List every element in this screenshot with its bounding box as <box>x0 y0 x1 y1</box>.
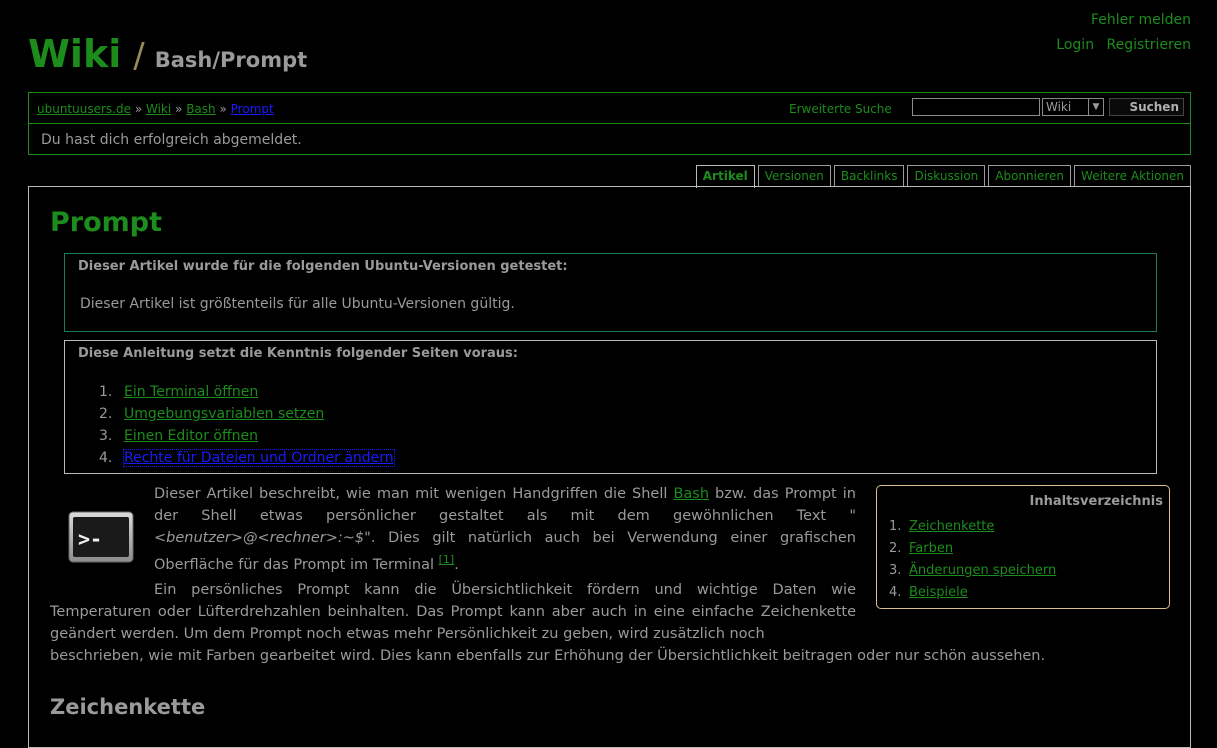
prerequisites-heading: Diese Anleitung setzt die Kenntnis folge… <box>78 346 518 361</box>
breadcrumb-separator: » <box>134 102 143 116</box>
breadcrumb-bash[interactable]: Bash <box>186 102 215 116</box>
intro-text: Dieser Artikel beschreibt, wie man mit w… <box>154 486 674 502</box>
search-input[interactable] <box>912 98 1040 116</box>
toc-link-farben[interactable]: Farben <box>909 541 953 556</box>
page-tabs: Artikel Versionen Backlinks Diskussion A… <box>695 165 1191 188</box>
breadcrumb: ubuntuusers.de » Wiki » Bash » Prompt <box>37 102 274 116</box>
search-scope-select[interactable]: Wiki ▼ <box>1042 98 1104 116</box>
search-scope-value: Wiki <box>1046 100 1072 114</box>
terminal-icon: >- <box>68 511 134 563</box>
login-link[interactable]: Login <box>1056 37 1094 53</box>
section-heading-zeichenkette: Zeichenkette <box>50 695 206 719</box>
code-example: <benutzer>@<rechner>:~$ <box>154 530 365 546</box>
breadcrumb-ubuntuusers[interactable]: ubuntuusers.de <box>37 102 131 116</box>
prerequisites-box: Diese Anleitung setzt die Kenntnis folge… <box>64 340 1157 474</box>
search-button[interactable]: Suchen <box>1109 98 1184 116</box>
prereq-link-editor[interactable]: Einen Editor öffnen <box>124 428 258 444</box>
toc-heading: Inhaltsverzeichnis <box>1029 494 1163 509</box>
tab-backlinks[interactable]: Backlinks <box>833 165 905 187</box>
tested-versions-heading: Dieser Artikel wurde für die folgenden U… <box>78 259 568 274</box>
site-title: Wiki / Bash/Prompt <box>28 32 307 76</box>
top-links: Fehler melden Login Registrieren <box>1048 8 1191 58</box>
navigation-bar: ubuntuusers.de » Wiki » Bash » Prompt Er… <box>28 92 1191 124</box>
tab-weitere-aktionen[interactable]: Weitere Aktionen <box>1074 165 1191 187</box>
intro-text: . <box>454 556 459 573</box>
breadcrumb-prompt[interactable]: Prompt <box>231 102 274 116</box>
list-number: 1. <box>99 384 113 400</box>
prereq-link-permissions[interactable]: Rechte für Dateien und Ordner ändern <box>123 449 395 467</box>
tab-diskussion[interactable]: Diskussion <box>907 165 986 187</box>
wiki-logo-link[interactable]: Wiki <box>28 32 121 76</box>
table-of-contents: Inhaltsverzeichnis 1. Zeichenkette 2. Farb… <box>876 485 1170 609</box>
article-title: Prompt <box>50 207 163 238</box>
flash-message: Du hast dich erfolgreich abgemeldet. <box>41 132 302 148</box>
flash-message-box: Du hast dich erfolgreich abgemeldet. <box>28 124 1191 155</box>
list-number: 1. <box>889 519 902 534</box>
list-item: 2. Umgebungsvariablen setzen <box>99 403 394 425</box>
tested-versions-box: Dieser Artikel wurde für die folgenden U… <box>64 253 1157 332</box>
tested-versions-text: Dieser Artikel ist größtenteils für alle… <box>80 296 515 312</box>
list-number: 2. <box>889 541 902 556</box>
breadcrumb-separator: » <box>175 102 183 116</box>
paragraph-two: Ein persönliches Prompt kann die Übersic… <box>50 582 856 642</box>
article-content: Prompt Dieser Artikel wurde für die folg… <box>28 186 1191 748</box>
intro-paragraph: Dieser Artikel beschreibt, wie man mit w… <box>154 483 856 576</box>
list-number: 4. <box>99 450 113 466</box>
toc-link-zeichenkette[interactable]: Zeichenkette <box>909 519 994 534</box>
chevron-down-icon[interactable]: ▼ <box>1088 99 1103 115</box>
list-item: 3. Einen Editor öffnen <box>99 425 394 447</box>
list-item: 1. Ein Terminal öffnen <box>99 381 394 403</box>
advanced-search-link[interactable]: Erweiterte Suche <box>789 102 892 116</box>
prereq-link-env-vars[interactable]: Umgebungsvariablen setzen <box>124 406 324 422</box>
list-number: 2. <box>99 406 113 422</box>
tab-abonnieren[interactable]: Abonnieren <box>988 165 1072 187</box>
list-number: 4. <box>889 585 902 600</box>
list-item: 4. Beispiele <box>889 582 1056 604</box>
page-path: Bash/Prompt <box>154 48 308 72</box>
register-link[interactable]: Registrieren <box>1107 37 1191 53</box>
list-item: 2. Farben <box>889 538 1056 560</box>
tab-artikel[interactable]: Artikel <box>695 165 755 188</box>
list-item: 1. Zeichenkette <box>889 516 1056 538</box>
paragraph-two-continued: beschrieben, wie mit Farben gearbeitet w… <box>50 648 1046 664</box>
bash-link[interactable]: Bash <box>673 486 709 502</box>
list-number: 3. <box>99 428 113 444</box>
toc-list: 1. Zeichenkette 2. Farben 3. Änderungen spe… <box>889 516 1056 604</box>
breadcrumb-separator: » <box>219 102 227 116</box>
breadcrumb-wiki[interactable]: Wiki <box>146 102 171 116</box>
title-separator: / <box>133 36 145 76</box>
toc-link-aenderungen[interactable]: Änderungen speichern <box>909 563 1056 578</box>
list-number: 3. <box>889 563 902 578</box>
prerequisites-list: 1. Ein Terminal öffnen 2. Umgebungsvariabl… <box>99 381 395 469</box>
toc-link-beispiele[interactable]: Beispiele <box>909 585 968 600</box>
list-item: 4. Rechte für Dateien und Ordner ändern <box>99 447 395 469</box>
svg-text:>-: >- <box>78 527 102 551</box>
list-item: 3. Änderungen speichern <box>889 560 1056 582</box>
tab-versionen[interactable]: Versionen <box>757 165 831 187</box>
report-error-link[interactable]: Fehler melden <box>1091 12 1191 28</box>
footnote-link[interactable]: [1] <box>439 553 455 566</box>
prereq-link-terminal[interactable]: Ein Terminal öffnen <box>124 384 258 400</box>
